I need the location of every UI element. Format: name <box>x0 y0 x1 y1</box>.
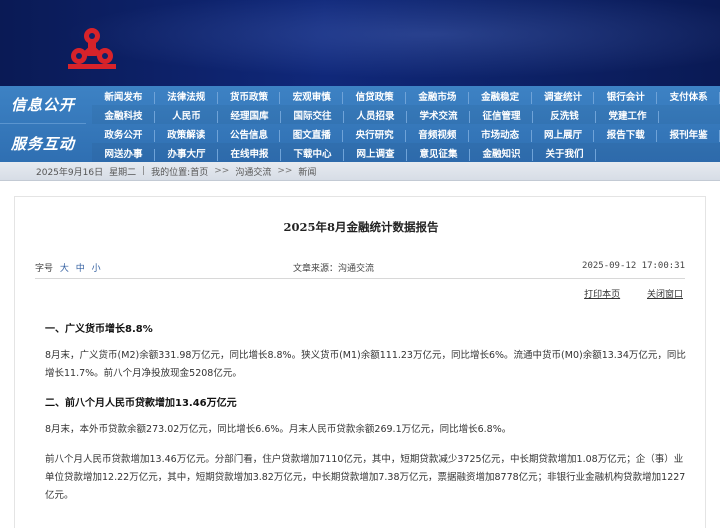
nav-item[interactable]: 信贷政策 <box>343 89 406 104</box>
nav-item[interactable]: 银行会计 <box>594 89 657 104</box>
nav-item[interactable]: 网上调查 <box>344 146 407 161</box>
nav-item[interactable]: 党建工作 <box>596 108 659 123</box>
breadcrumb-section-link[interactable]: 沟通交流 <box>235 165 271 178</box>
breadcrumb-separator: | <box>142 166 146 176</box>
nav-item[interactable]: 图文直播 <box>280 127 343 142</box>
breadcrumb-home-link[interactable]: 首页 <box>190 165 208 178</box>
article-source: 文章来源：沟通交流 <box>293 264 375 274</box>
current-date: 2025年9月16日 <box>36 167 104 178</box>
article-title: 2025年8月金融统计数据报告 <box>283 220 439 234</box>
nav-item[interactable]: 意见征集 <box>407 146 470 161</box>
nav-item[interactable]: 人民币 <box>155 108 218 123</box>
nav-item[interactable]: 下载中心 <box>281 146 344 161</box>
nav-item[interactable]: 宏观审慎 <box>280 89 343 104</box>
font-size-small-link[interactable]: 小 <box>92 264 101 274</box>
breadcrumb: 2025年9月16日 星期二 | 我的位置: 首页 >> 沟通交流 >> 新闻 <box>0 162 720 181</box>
nav-item[interactable]: 办事大厅 <box>155 146 218 161</box>
nav-item[interactable]: 央行研究 <box>343 127 406 142</box>
nav-row: 金融科技 人民币 经理国库 国际交往 人员招录 学术交流 征信管理 反洗钱 党建… <box>92 105 720 124</box>
article-tools: 打印本页 关闭窗口 <box>560 287 683 300</box>
paragraph: 8月末，本外币贷款余额273.02万亿元，同比增长6.6%。月末人民币贷款余额2… <box>45 424 512 435</box>
nav-item[interactable]: 金融知识 <box>470 146 533 161</box>
nav-item[interactable]: 经理国库 <box>218 108 281 123</box>
font-size-large-link[interactable]: 大 <box>60 264 69 274</box>
nav-item[interactable]: 学术交流 <box>407 108 470 123</box>
nav-item[interactable]: 在线申报 <box>218 146 281 161</box>
nav-item[interactable]: 报刊年鉴 <box>657 127 720 142</box>
nav-item[interactable]: 新闻发布 <box>92 89 155 104</box>
divider <box>35 278 685 279</box>
article-meta: 字号 大 中 小 文章来源：沟通交流 2025-09-12 17:00:31 <box>35 261 685 275</box>
nav-section-info-disclosure[interactable]: 信息公开 <box>0 86 86 124</box>
nav-item[interactable]: 法律法规 <box>155 89 218 104</box>
nav-item[interactable]: 政策解读 <box>155 127 218 142</box>
nav-item[interactable]: 反洗钱 <box>533 108 596 123</box>
nav-item[interactable]: 政务公开 <box>92 127 155 142</box>
section-heading: 二、前八个月人民币贷款增加13.46万亿元 <box>45 398 237 409</box>
article-card: 2025年8月金融统计数据报告 字号 大 中 小 文章来源：沟通交流 2025-… <box>14 196 706 528</box>
nav-item[interactable]: 金融稳定 <box>469 89 532 104</box>
nav-row: 网送办事 办事大厅 在线申报 下载中心 网上调查 意见征集 金融知识 关于我们 <box>92 143 720 162</box>
nav-row: 政务公开 政策解读 公告信息 图文直播 央行研究 音频视频 市场动态 网上展厅 … <box>92 124 720 143</box>
breadcrumb-separator: >> <box>277 166 293 176</box>
nav-item[interactable]: 征信管理 <box>470 108 533 123</box>
font-size-switcher: 字号 大 中 小 <box>35 261 101 274</box>
nav-item[interactable]: 网送办事 <box>92 146 155 161</box>
nav-item[interactable]: 金融市场 <box>406 89 469 104</box>
nav-item[interactable]: 公告信息 <box>218 127 281 142</box>
nav-item[interactable]: 关于我们 <box>533 146 596 161</box>
nav-item[interactable]: 调查统计 <box>532 89 595 104</box>
paragraph: 前八个月人民币贷款增加13.46万亿元。分部门看，住户贷款增加7110亿元，其中… <box>45 454 686 501</box>
print-page-link[interactable]: 打印本页 <box>584 290 620 300</box>
section-heading: 一、广义货币增长8.8% <box>45 324 153 335</box>
breadcrumb-current: 新闻 <box>298 167 317 178</box>
article-date: 2025-09-12 17:00:31 <box>582 261 685 271</box>
current-weekday: 星期二 <box>109 167 137 178</box>
breadcrumb-separator: >> <box>214 166 230 176</box>
close-window-link[interactable]: 关闭窗口 <box>647 290 683 300</box>
nav-item[interactable]: 国际交往 <box>281 108 344 123</box>
font-size-medium-link[interactable]: 中 <box>76 264 85 274</box>
paragraph: 8月末，广义货币(M2)余额331.98万亿元，同比增长8.8%。狭义货币(M1… <box>45 350 686 379</box>
breadcrumb-prefix: 我的位置: <box>151 167 191 178</box>
nav-grid: 新闻发布 法律法规 货币政策 宏观审慎 信贷政策 金融市场 金融稳定 调查统计 … <box>92 86 720 162</box>
nav-item[interactable]: 市场动态 <box>469 127 532 142</box>
font-size-label: 字号 <box>35 264 54 274</box>
article-body: 一、广义货币增长8.8% 8月末，广义货币(M2)余额331.98万亿元，同比增… <box>45 321 687 517</box>
nav-item[interactable]: 金融科技 <box>92 108 155 123</box>
nav-item[interactable]: 网上展厅 <box>532 127 595 142</box>
nav-item[interactable]: 人员招录 <box>344 108 407 123</box>
nav-item[interactable]: 支付体系 <box>657 89 720 104</box>
header-banner <box>0 0 720 86</box>
nav-section-service-interaction[interactable]: 服务互动 <box>0 124 86 162</box>
nav-item[interactable]: 货币政策 <box>218 89 281 104</box>
nav-item[interactable]: 音频视频 <box>406 127 469 142</box>
main-nav: 信息公开 服务互动 新闻发布 法律法规 货币政策 宏观审慎 信贷政策 金融市场 … <box>0 86 720 162</box>
nav-item[interactable]: 报告下载 <box>594 127 657 142</box>
pboc-logo-icon <box>68 28 116 69</box>
nav-row: 新闻发布 法律法规 货币政策 宏观审慎 信贷政策 金融市场 金融稳定 调查统计 … <box>92 86 720 105</box>
